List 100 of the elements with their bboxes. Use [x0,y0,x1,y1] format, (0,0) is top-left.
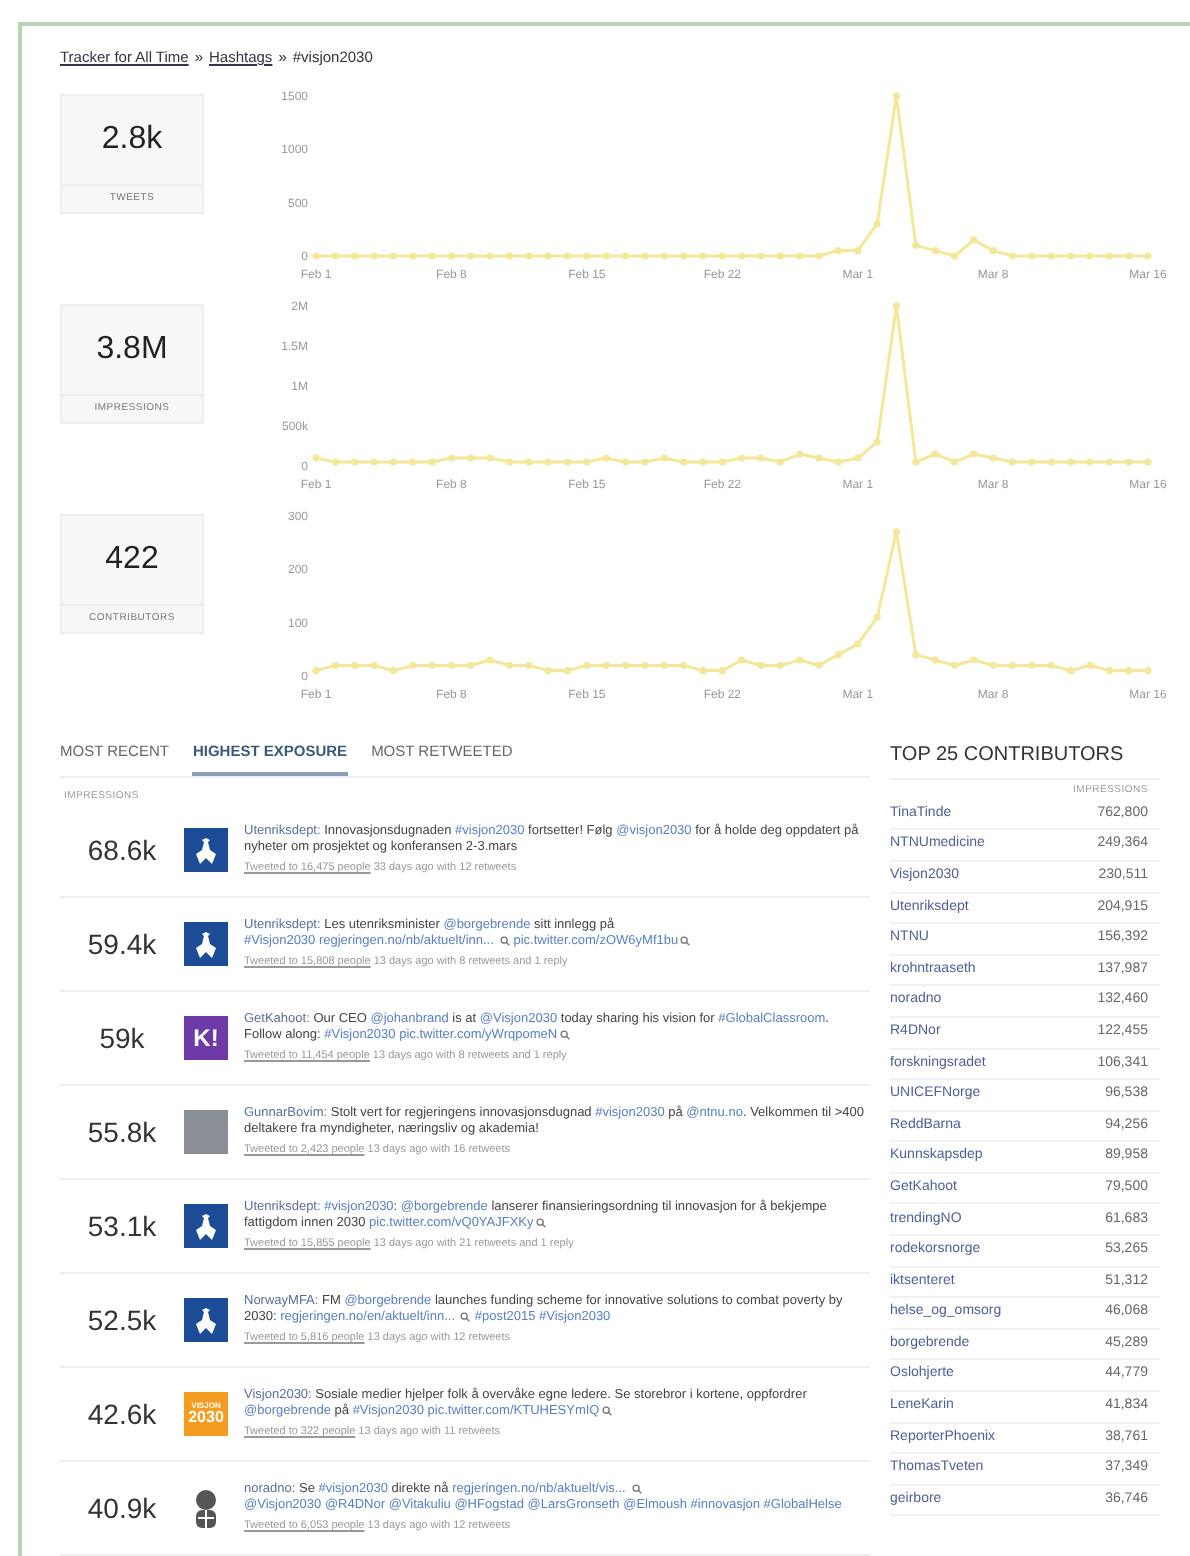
data-point [1008,458,1017,467]
data-point [660,252,668,261]
data-point [680,458,688,467]
data-point [699,667,707,675]
data-point [796,656,804,665]
data-point [1125,667,1133,675]
data-point [1125,252,1133,261]
data-point [389,458,397,467]
data-point [447,662,456,670]
data-point [583,252,591,261]
stat-value: 2.8k [99,120,165,160]
data-point [505,458,514,467]
data-point [525,662,533,670]
data-point [1028,458,1036,467]
data-point [1028,662,1036,670]
data-point [796,252,804,261]
data-point [602,252,610,261]
photo-placeholder [184,1110,228,1154]
data-point [602,662,610,670]
data-point [1067,458,1075,467]
data-point [641,252,649,261]
data-point [1067,252,1075,261]
stat-value: 422 [103,540,161,580]
data-point [486,454,494,463]
data-point [312,252,320,261]
impressions-value: 42.6k [85,1395,159,1433]
stat-value: 3.8M [94,330,170,370]
data-point [738,454,746,463]
data-point [447,252,456,261]
impressions-value: 53.1k [85,1207,159,1245]
data-point [834,651,842,659]
data-point [389,252,397,261]
data-point [892,528,901,537]
data-point [602,454,610,463]
data-point [989,662,997,670]
data-point [815,252,823,261]
lion-crest-icon [184,1204,228,1248]
data-point [563,667,572,675]
data-point [912,458,920,467]
data-point [834,247,842,255]
data-point [409,458,417,467]
data-point [331,458,339,467]
data-point [738,656,746,665]
data-point [873,220,881,229]
impressions-value: 40.9k [85,1489,159,1527]
data-point [467,454,475,463]
data-point [544,667,552,675]
data-point [1086,252,1094,261]
data-point [1028,252,1036,261]
data-point [776,662,784,670]
data-point [583,662,591,670]
data-point [428,662,436,670]
impressions-value: 59k [97,1019,147,1057]
data-point [1008,252,1017,261]
data-point [873,614,881,622]
data-point [931,656,939,665]
data-point [1105,667,1113,675]
data-point [1047,662,1055,670]
data-point [660,454,668,463]
data-point [718,252,726,261]
data-point [815,454,823,463]
data-point [854,454,862,463]
data-point [989,454,997,463]
data-point [1086,458,1094,467]
data-point [892,92,901,101]
data-point [622,458,630,467]
data-point [1047,252,1055,261]
data-point [1067,667,1075,675]
data-point [776,458,784,467]
data-point [505,252,514,261]
data-point [815,662,823,670]
data-point [428,458,436,467]
data-point [312,454,320,463]
data-point [1008,662,1017,670]
section-title: TOP 25 CONTRIBUTORS [890,742,1126,771]
data-point [486,252,494,261]
data-point [757,454,765,463]
data-point [351,662,359,670]
data-point [447,454,456,463]
data-point [950,662,959,670]
data-point [622,252,630,261]
data-point [796,450,804,459]
data-point [622,662,630,670]
data-point [912,651,920,659]
lion-crest-icon [184,1298,228,1342]
data-point [1086,662,1094,670]
data-point [312,667,320,675]
data-point [950,252,959,261]
data-point [699,458,707,467]
data-point [718,458,726,467]
data-point [854,640,862,649]
data-point [331,252,339,261]
data-point [931,450,939,459]
data-point [351,252,359,261]
logo: K! [184,1016,228,1060]
data-point [1144,458,1152,467]
data-point [583,458,591,467]
data-point [1144,667,1152,675]
data-point [467,662,475,670]
data-point [970,236,978,245]
